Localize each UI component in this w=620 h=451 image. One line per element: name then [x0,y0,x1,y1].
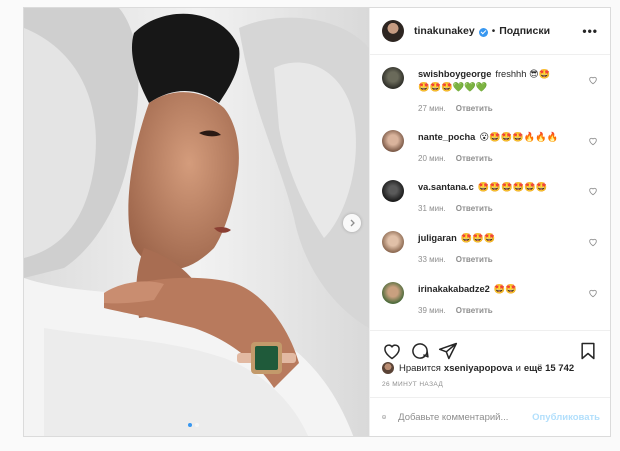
comment-body-line2: 🤩🤩🤩💚💚💚 [418,82,488,92]
commenter-avatar[interactable] [382,231,404,253]
add-comment-bar: Опубликовать [370,397,610,436]
following-button[interactable]: Подписки [499,25,550,37]
comment-meta: 39 мин. Ответить [418,306,493,315]
like-comment-heart-icon[interactable] [588,136,598,146]
commenter-avatar[interactable] [382,67,404,89]
comment-body: 🤩🤩🤩🤩🤩🤩 [477,182,548,192]
header-separator: • [491,25,496,37]
comment-meta: 33 мин. Ответить [418,255,493,264]
save-bookmark-icon[interactable] [578,341,598,361]
likes-count[interactable]: ещё 15 742 [524,363,574,374]
comment-time: 27 мин. [418,104,446,113]
comment-meta: 31 мин. Ответить [418,204,493,213]
post-sidebar: tinakunakey • Подписки ••• swishboygeorg… [369,8,610,436]
like-comment-heart-icon[interactable] [588,237,598,247]
post-photo[interactable] [24,8,369,436]
comment-text: irinakakabadze2 🤩🤩 [418,283,576,296]
likes-prefix: Нравится [399,362,441,374]
comment-body: 🤩🤩 [493,284,517,294]
carousel-indicator [188,423,199,427]
author-username[interactable]: tinakunakey [414,25,475,37]
liker-username[interactable]: xseniyapopova [444,363,513,374]
comment-time: 33 мин. [418,255,446,264]
like-comment-heart-icon[interactable] [588,288,598,298]
commenter-avatar[interactable] [382,180,404,202]
photo-illustration [24,8,369,436]
emoji-icon[interactable] [382,408,386,426]
likes-middle: и [515,362,521,374]
comment-text: va.santana.c 🤩🤩🤩🤩🤩🤩 [418,181,576,194]
reply-button[interactable]: Ответить [456,306,493,315]
commenter-username[interactable]: swishboygeorge [418,69,491,79]
reply-button[interactable]: Ответить [456,204,493,213]
comment-body: freshhh 😎🤩 [495,69,551,79]
reply-button[interactable]: Ответить [456,104,493,113]
post-timestamp[interactable]: 26 МИНУТ НАЗАД [382,381,443,388]
carousel-dot-active [188,423,192,427]
post-header: tinakunakey • Подписки ••• [370,8,610,55]
commenter-username[interactable]: juligaran [418,233,457,243]
commenter-username[interactable]: irinakakabadze2 [418,284,490,294]
like-comment-heart-icon[interactable] [588,186,598,196]
chevron-right-icon [350,219,355,227]
comment-input[interactable] [396,410,533,424]
comment-time: 39 мин. [418,306,446,315]
carousel-dot [195,423,199,427]
comment-bubble-icon[interactable] [410,341,430,361]
comment-body: 🤩🤩🤩 [460,233,496,243]
instagram-post: tinakunakey • Подписки ••• swishboygeorg… [23,7,611,437]
comment-text: juligaran 🤩🤩🤩 [418,232,576,245]
commenter-username[interactable]: va.santana.c [418,182,474,192]
comment-meta: 27 мин. Ответить [418,104,493,113]
author-avatar[interactable] [382,20,404,42]
likes-summary: Нравится xseniyapopova и ещё 15 742 [382,362,598,374]
commenter-avatar[interactable] [382,130,404,152]
comment-time: 31 мин. [418,204,446,213]
like-comment-heart-icon[interactable] [588,75,598,85]
liker-avatar[interactable] [382,362,394,374]
next-photo-button[interactable] [343,214,361,232]
post-actions [370,330,610,365]
reply-button[interactable]: Ответить [456,255,493,264]
commenter-avatar[interactable] [382,282,404,304]
comment-text: swishboygeorge freshhh 😎🤩 🤩🤩🤩💚💚💚 [418,68,576,94]
commenter-username[interactable]: nante_pocha [418,132,475,142]
comment-text: nante_pocha 😮🤩🤩🤩🔥🔥🔥 [418,131,576,144]
like-heart-icon[interactable] [382,341,402,361]
share-send-icon[interactable] [438,341,458,361]
reply-button[interactable]: Ответить [456,154,493,163]
more-options-icon[interactable]: ••• [582,24,598,38]
publish-button[interactable]: Опубликовать [532,412,600,423]
verified-badge-icon [478,27,488,37]
comment-body: 😮🤩🤩🤩🔥🔥🔥 [479,132,559,142]
comment-meta: 20 мин. Ответить [418,154,493,163]
comment-time: 20 мин. [418,154,446,163]
comments-list: swishboygeorge freshhh 😎🤩 🤩🤩🤩💚💚💚 27 мин. О… [370,55,610,325]
